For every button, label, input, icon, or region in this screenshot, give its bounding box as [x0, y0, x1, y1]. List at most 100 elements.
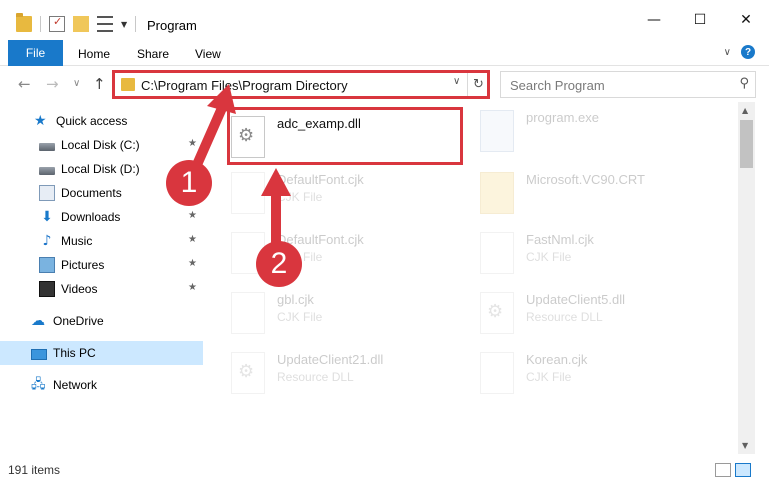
recent-locations-icon[interactable]: ∨	[73, 78, 80, 89]
navigation-pane: ★ Quick access Local Disk (C:) ★ Local D…	[0, 102, 205, 454]
folder-icon	[480, 172, 514, 214]
file-type: Resource DLL	[277, 370, 354, 384]
sidebar-item-label: Local Disk (D:)	[61, 162, 140, 176]
sidebar-item-label: Pictures	[61, 258, 105, 272]
file-highlight	[227, 107, 463, 165]
file-name: Korean.cjk	[526, 352, 588, 367]
file-name: FastNml.cjk	[526, 232, 594, 247]
details-view-icon[interactable]	[715, 463, 731, 477]
expand-ribbon-icon[interactable]: ∨	[724, 47, 731, 58]
list-item[interactable]: UpdateClient5.dll Resource DLL	[480, 288, 720, 348]
close-button[interactable]: ✕	[723, 0, 769, 40]
list-item[interactable]: Microsoft.VC90.CRT	[480, 168, 720, 228]
tiles-view-icon[interactable]	[735, 463, 751, 477]
list-item[interactable]: program.exe	[480, 106, 720, 166]
item-count: 191 items	[8, 463, 61, 477]
quick-access-toolbar: ▼	[16, 13, 137, 32]
disk-icon	[39, 143, 55, 151]
status-bar: 191 items	[0, 459, 769, 483]
ribbon-tabs: File Home Share View ∨ ?	[0, 40, 769, 66]
tab-view[interactable]: View	[195, 47, 221, 61]
up-arrow-icon[interactable]: ↑	[93, 75, 106, 93]
sidebar-item-label: Downloads	[61, 210, 121, 224]
documents-icon	[39, 185, 55, 201]
back-arrow-icon[interactable]: ←	[18, 75, 31, 93]
sidebar-item-quick-access[interactable]: ★ Quick access	[0, 109, 203, 133]
pictures-icon	[39, 257, 55, 273]
pc-icon	[31, 348, 47, 360]
list-item[interactable]: UpdateClient21.dll Resource DLL	[231, 348, 471, 408]
vertical-scrollbar[interactable]: ▲ ▼	[738, 102, 755, 454]
sidebar-item-label: Network	[53, 378, 98, 392]
pin-icon[interactable]: ★	[188, 234, 197, 245]
search-input[interactable]: Search Program ⚲	[500, 71, 756, 98]
file-name: program.exe	[526, 110, 599, 125]
help-icon[interactable]: ?	[741, 45, 755, 59]
minimize-button[interactable]: —	[631, 0, 677, 40]
sidebar-item-label: This PC	[53, 346, 96, 360]
pin-icon[interactable]: ★	[188, 258, 197, 269]
videos-icon	[39, 281, 55, 297]
sidebar-item-label: OneDrive	[53, 314, 104, 328]
list-item[interactable]: DefaultFont.cjk CJK File	[231, 168, 471, 228]
chevron-down-icon[interactable]: ▼	[121, 20, 127, 29]
callout-badge-1: 1	[166, 160, 212, 206]
sidebar-item-videos[interactable]: Videos ★	[0, 277, 203, 301]
forward-arrow-icon[interactable]: →	[46, 75, 59, 93]
sidebar-item-this-pc[interactable]: This PC	[0, 341, 203, 365]
tab-home[interactable]: Home	[78, 47, 110, 61]
sidebar-item-local-disk-c[interactable]: Local Disk (C:) ★	[0, 133, 203, 157]
window-title: Program	[147, 18, 197, 33]
view-switcher	[715, 463, 751, 477]
search-icon[interactable]: ⚲	[739, 76, 749, 91]
cloud-icon: ☁	[31, 313, 45, 329]
ribbon-right-controls: ∨ ?	[724, 45, 755, 59]
file-icon	[231, 172, 265, 214]
scroll-down-icon[interactable]: ▼	[742, 441, 748, 450]
file-icon	[480, 232, 514, 274]
sidebar-item-label: Music	[61, 234, 93, 248]
scroll-up-icon[interactable]: ▲	[742, 106, 748, 115]
network-icon: 🖧	[31, 377, 46, 392]
maximize-button[interactable]: ☐	[677, 0, 723, 40]
sidebar-item-label: Documents	[61, 186, 122, 200]
address-bar-highlight	[112, 70, 490, 99]
tab-file[interactable]: File	[8, 40, 63, 66]
sidebar-item-downloads[interactable]: ⬇ Downloads ★	[0, 205, 203, 229]
exe-icon	[480, 110, 514, 152]
file-type: CJK File	[526, 250, 572, 264]
sidebar-item-music[interactable]: ♪ Music ★	[0, 229, 203, 253]
file-type: CJK File	[277, 310, 323, 324]
scrollbar-thumb[interactable]	[740, 120, 753, 168]
list-item[interactable]: Korean.cjk CJK File	[480, 348, 720, 408]
dll-icon	[480, 292, 514, 334]
callout-badge-2: 2	[256, 241, 302, 287]
customize-toolbar-icon[interactable]	[97, 16, 113, 32]
file-name: UpdateClient5.dll	[526, 292, 626, 307]
list-item[interactable]: gbl.cjk CJK File	[231, 288, 471, 348]
new-folder-icon[interactable]	[73, 16, 89, 32]
tab-share[interactable]: Share	[137, 47, 169, 61]
sidebar-item-label: Quick access	[56, 114, 128, 128]
properties-icon[interactable]	[49, 15, 65, 32]
pin-icon[interactable]: ★	[188, 282, 197, 293]
pin-icon[interactable]: ★	[188, 210, 197, 221]
toolbar-divider	[40, 16, 41, 32]
file-name: UpdateClient21.dll	[277, 352, 384, 367]
list-item[interactable]: FastNml.cjk CJK File	[480, 228, 720, 288]
sidebar-item-label: Local Disk (C:)	[61, 138, 140, 152]
sidebar-item-network[interactable]: 🖧 Network	[0, 373, 203, 397]
sidebar-item-pictures[interactable]: Pictures ★	[0, 253, 203, 277]
sidebar-item-onedrive[interactable]: ☁ OneDrive	[0, 309, 203, 333]
pin-icon[interactable]: ★	[188, 138, 197, 149]
search-placeholder: Search Program	[510, 78, 605, 93]
window-controls: — ☐ ✕	[631, 0, 769, 40]
disk-icon	[39, 167, 55, 175]
file-type: Resource DLL	[526, 310, 603, 324]
downloads-icon: ⬇	[41, 209, 53, 225]
title-bar: ▼ Program — ☐ ✕	[0, 0, 769, 40]
file-name: Microsoft.VC90.CRT	[526, 172, 645, 187]
star-icon: ★	[34, 113, 47, 129]
file-type: CJK File	[277, 190, 323, 204]
dll-icon	[231, 352, 265, 394]
